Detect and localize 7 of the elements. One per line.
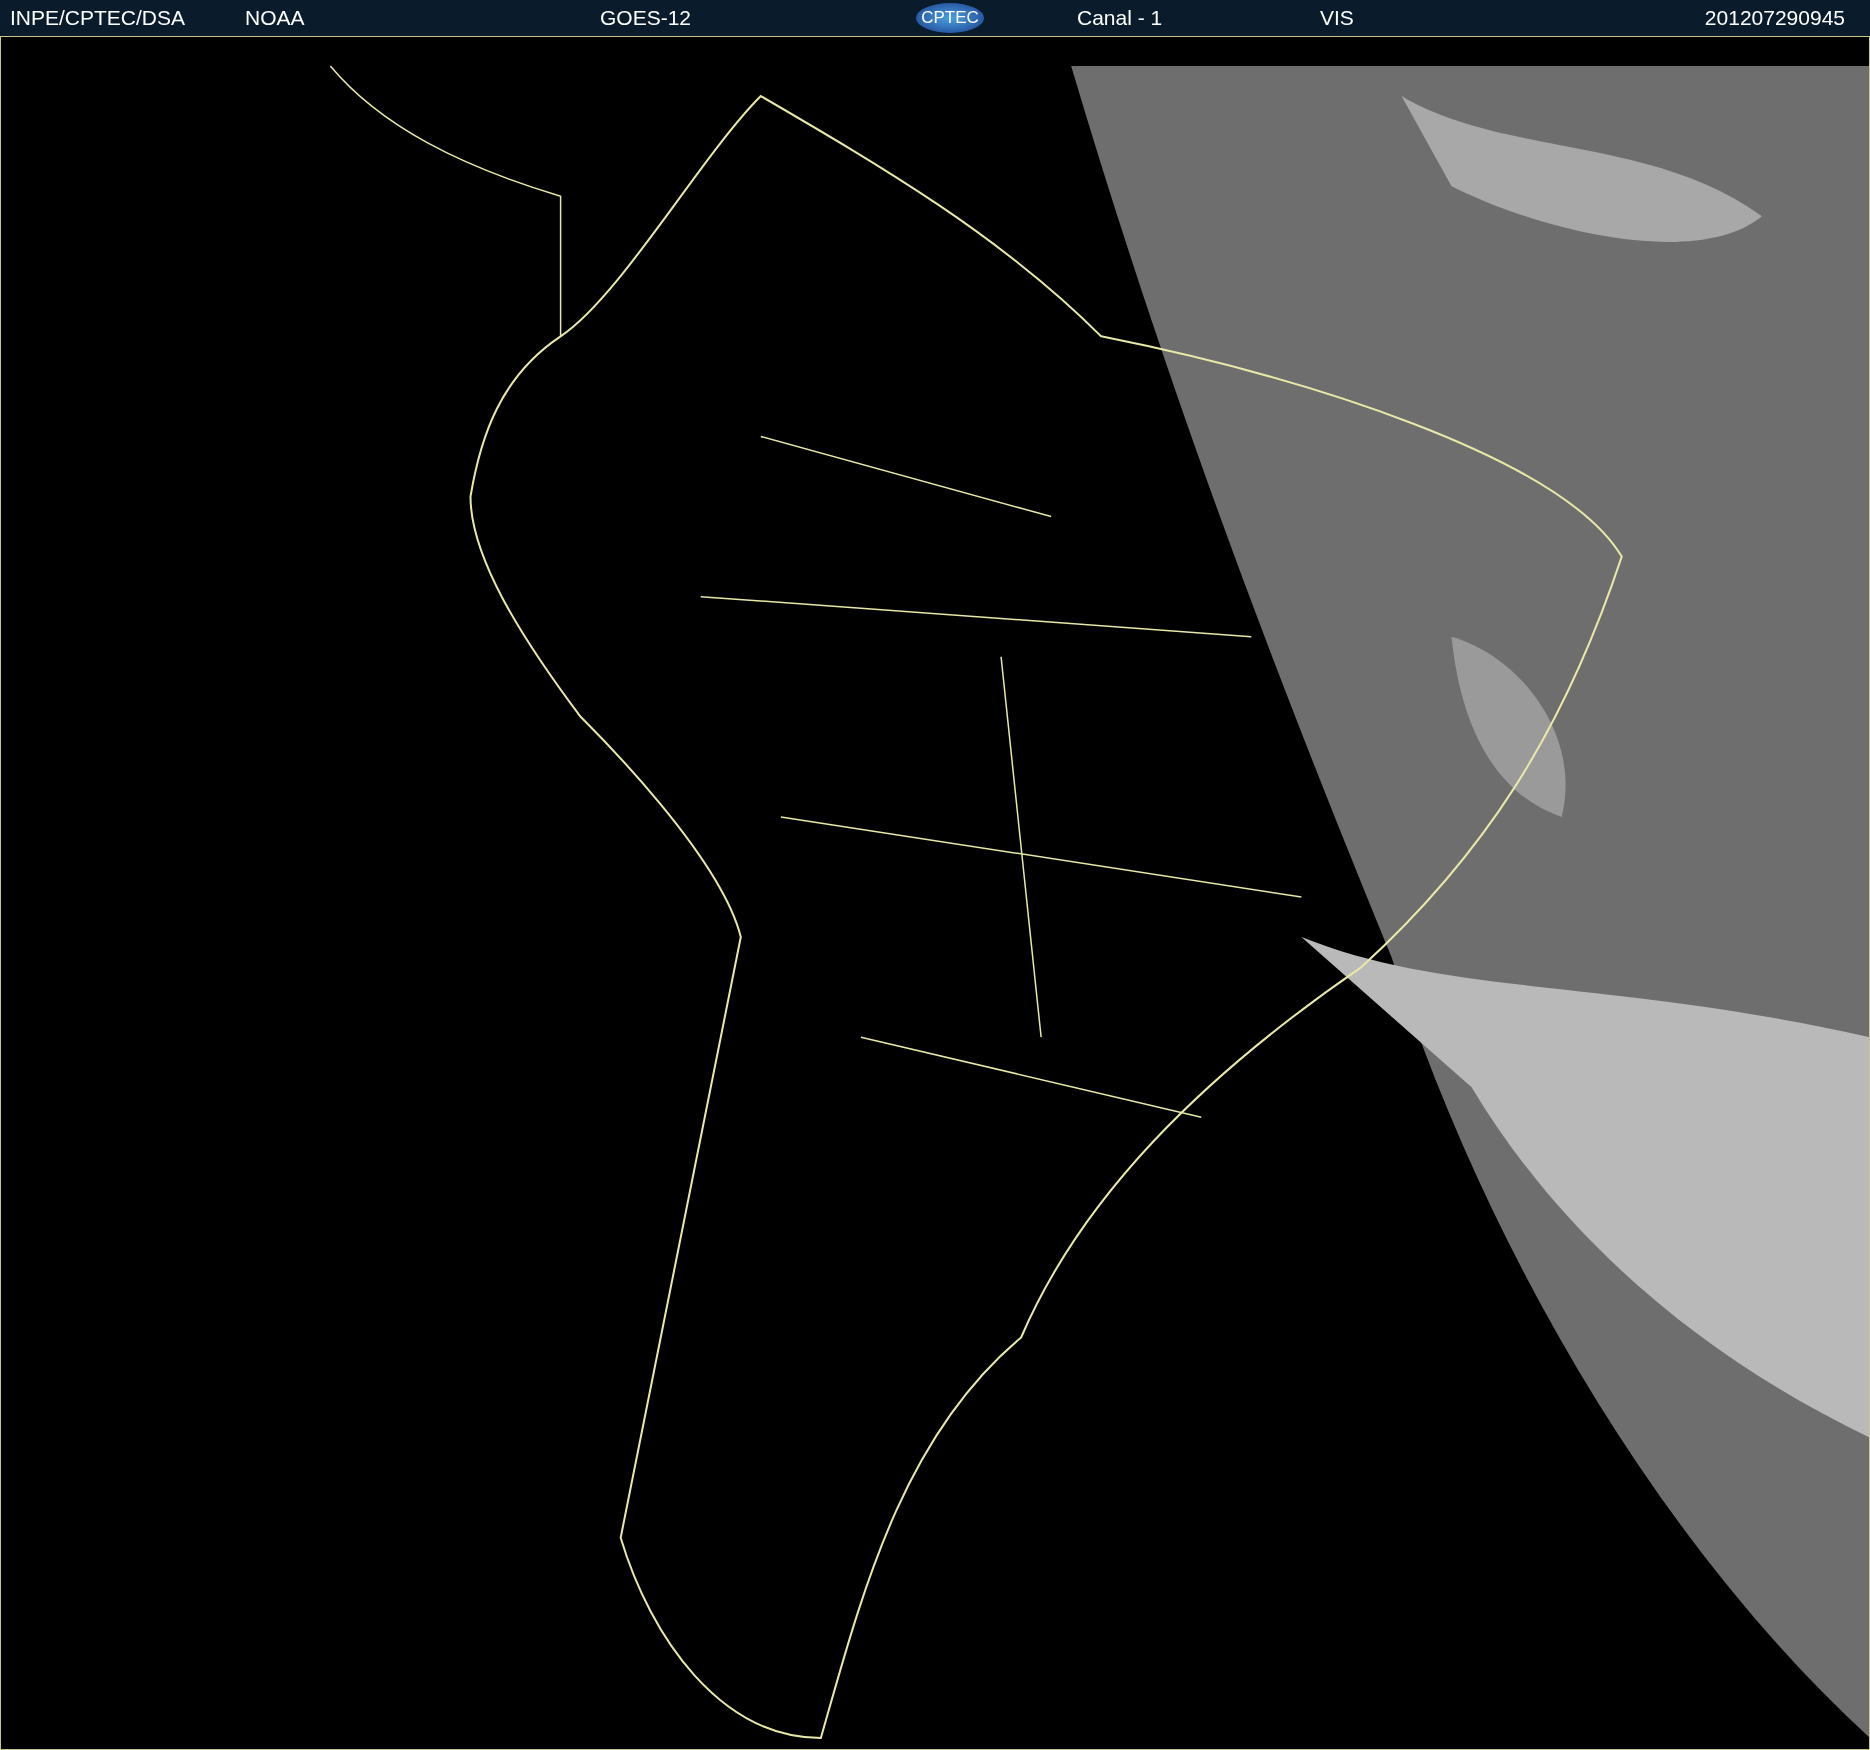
- timestamp-label: 201207290945: [1704, 6, 1845, 30]
- agency-label: NOAA: [245, 6, 306, 30]
- satellite-label: GOES-12: [600, 6, 693, 30]
- channel-label: Canal - 1: [1077, 6, 1164, 30]
- band-label: VIS: [1320, 6, 1355, 30]
- logo: CPTEC: [916, 3, 984, 33]
- source-label: INPE/CPTEC/DSA: [10, 6, 187, 30]
